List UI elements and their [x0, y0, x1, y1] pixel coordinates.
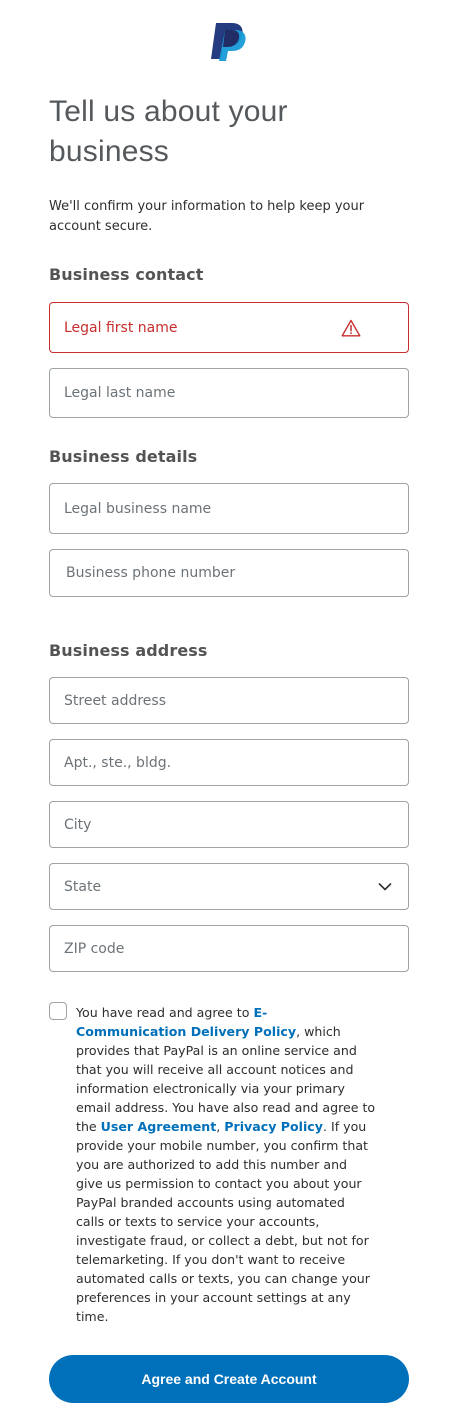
- user-agreement-link[interactable]: User Agreement: [101, 1119, 217, 1134]
- legal-first-name-label: Legal first name: [64, 319, 178, 336]
- legal-last-name-label: Legal last name: [64, 385, 176, 401]
- state-select[interactable]: State: [49, 863, 409, 910]
- city-field[interactable]: City: [49, 801, 409, 848]
- intro-text: We'll confirm your information to help k…: [49, 199, 365, 234]
- page-title: Tell us about your business: [49, 95, 288, 168]
- business-phone-label: Business phone number: [66, 565, 236, 581]
- section-heading-business-address: Business address: [49, 641, 208, 660]
- privacy-policy-link[interactable]: Privacy Policy: [224, 1119, 323, 1134]
- consent-checkbox[interactable]: [49, 1002, 67, 1020]
- section-heading-business-details: Business details: [49, 447, 198, 466]
- city-label: City: [64, 816, 92, 833]
- legal-business-name-field[interactable]: Legal business name: [49, 483, 409, 534]
- consent-text: You have read and agree to E-Communicati…: [76, 1003, 376, 1326]
- legal-first-name-field[interactable]: Legal first name: [49, 302, 409, 353]
- legal-last-name-field[interactable]: Legal last name: [49, 368, 409, 418]
- section-heading-business-contact: Business contact: [49, 265, 204, 284]
- zip-code-label: ZIP code: [64, 940, 125, 957]
- street-address-field[interactable]: Street address: [49, 677, 409, 724]
- business-phone-field[interactable]: Business phone number: [49, 549, 409, 597]
- consent-text-part: . If you provide your mobile number, you…: [76, 1119, 370, 1324]
- legal-business-name-label: Legal business name: [64, 500, 212, 517]
- agree-create-account-button[interactable]: Agree and Create Account: [49, 1355, 409, 1403]
- consent-text-part: , which provides that PayPal is an onlin…: [76, 1024, 376, 1134]
- consent-text-part: You have read and agree to: [76, 1005, 254, 1020]
- state-label: State: [64, 878, 102, 895]
- apt-label: Apt., ste., bldg.: [64, 754, 172, 771]
- apt-field[interactable]: Apt., ste., bldg.: [49, 739, 409, 786]
- paypal-logo-icon: [211, 23, 246, 61]
- zip-code-field[interactable]: ZIP code: [49, 925, 409, 972]
- chevron-down-icon: [378, 882, 392, 890]
- street-address-label: Street address: [64, 692, 166, 709]
- warning-icon: [341, 319, 361, 336]
